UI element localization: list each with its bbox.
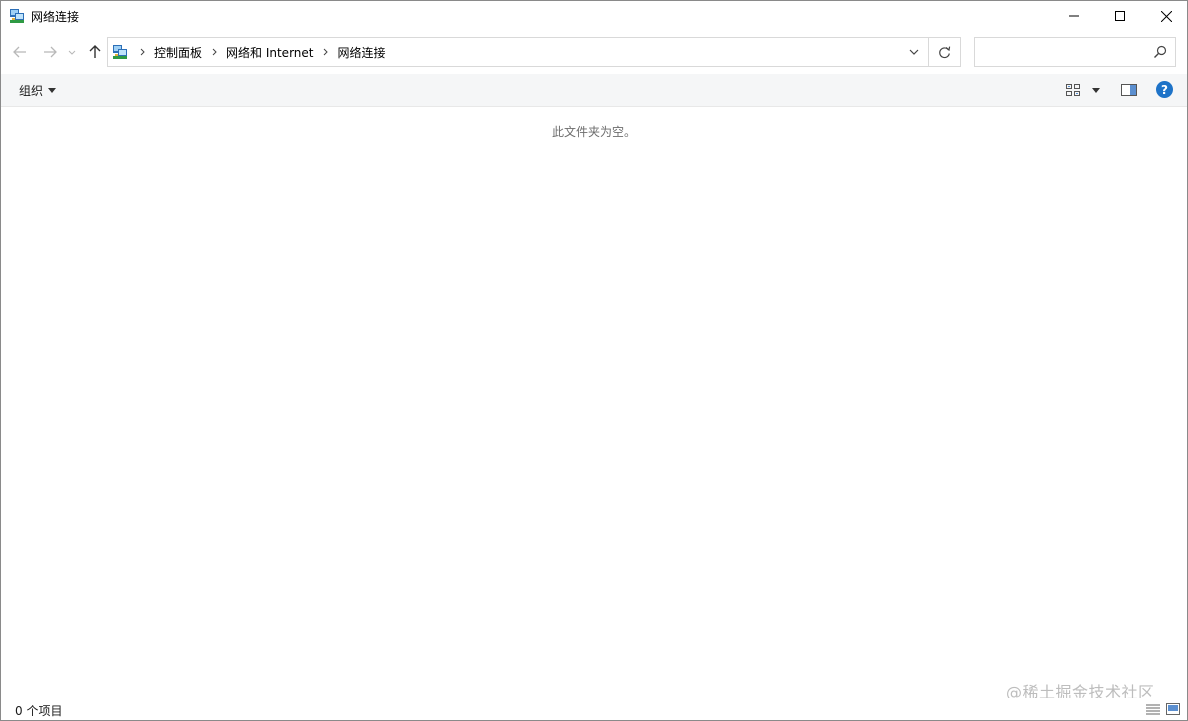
chevron-right-icon xyxy=(212,48,217,56)
details-view-icon[interactable] xyxy=(1146,703,1160,715)
caret-down-icon xyxy=(48,88,57,93)
help-icon[interactable]: ? xyxy=(1156,81,1173,98)
chevron-down-icon xyxy=(68,50,76,55)
control-panel-icon xyxy=(112,44,128,60)
address-history-dropdown[interactable] xyxy=(900,38,928,66)
up-button[interactable] xyxy=(84,41,106,63)
search-icon[interactable] xyxy=(1153,45,1167,59)
explorer-window: 网络连接 控制面板 网络和 Internet 网络连接 组织 ? 此文件夹为空。… xyxy=(0,0,1188,721)
forward-button[interactable] xyxy=(39,41,61,63)
preview-pane-icon[interactable] xyxy=(1120,82,1138,98)
organize-button[interactable]: 组织 xyxy=(19,82,57,99)
search-box[interactable] xyxy=(974,37,1176,67)
recent-locations-button[interactable] xyxy=(65,41,79,63)
breadcrumb: 控制面板 网络和 Internet 网络连接 xyxy=(134,38,390,66)
status-bar: 0 个项目 xyxy=(1,698,1187,720)
breadcrumb-separator[interactable] xyxy=(317,48,333,56)
caret-down-icon xyxy=(1092,87,1100,93)
close-button[interactable] xyxy=(1143,1,1188,31)
chevron-right-icon xyxy=(323,48,328,56)
search-input[interactable] xyxy=(981,43,1145,63)
window-title: 网络连接 xyxy=(31,10,80,24)
title-bar: 网络连接 xyxy=(1,1,1187,32)
breadcrumb-network-internet[interactable]: 网络和 Internet xyxy=(222,44,317,61)
file-list-area[interactable]: 此文件夹为空。 xyxy=(1,107,1187,694)
refresh-icon xyxy=(939,45,951,58)
address-bar[interactable]: 控制面板 网络和 Internet 网络连接 xyxy=(107,37,961,67)
breadcrumb-network-connections[interactable]: 网络连接 xyxy=(333,44,389,61)
arrow-left-icon xyxy=(13,46,26,58)
chevron-down-icon xyxy=(909,49,919,55)
refresh-button[interactable] xyxy=(929,38,960,66)
chevron-right-icon xyxy=(140,48,145,56)
network-connections-icon xyxy=(9,8,25,24)
minimize-button[interactable] xyxy=(1051,1,1097,31)
arrow-right-icon xyxy=(44,46,57,58)
empty-folder-message: 此文件夹为空。 xyxy=(551,125,636,139)
arrow-up-icon xyxy=(89,45,101,58)
close-icon xyxy=(1160,10,1172,22)
breadcrumb-separator[interactable] xyxy=(134,48,150,56)
command-bar: 组织 ? xyxy=(1,74,1187,107)
organize-label: 组织 xyxy=(19,84,44,98)
breadcrumb-separator[interactable] xyxy=(206,48,222,56)
back-button[interactable] xyxy=(9,41,31,63)
breadcrumb-control-panel[interactable]: 控制面板 xyxy=(150,44,206,61)
item-count: 0 个项目 xyxy=(15,704,63,718)
change-view-icon[interactable] xyxy=(1065,82,1081,98)
large-icons-view-icon[interactable] xyxy=(1166,703,1180,715)
view-options-dropdown[interactable] xyxy=(1089,82,1103,98)
maximize-button[interactable] xyxy=(1097,1,1143,31)
